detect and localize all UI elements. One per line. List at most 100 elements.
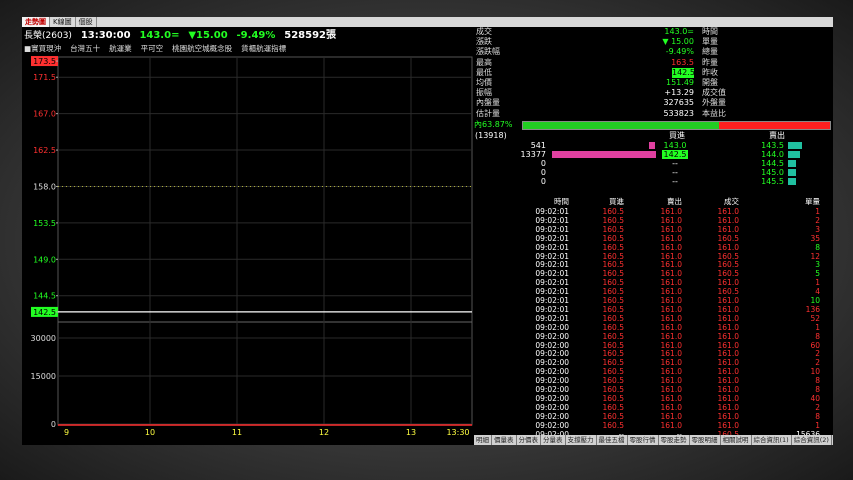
tick-cell: 161.0 [660,207,682,216]
bottom-tab[interactable]: 綜合資訊(1) [752,435,792,445]
bottom-tab[interactable]: 零股行情 [628,435,659,445]
tick-cell: 161.0 [717,358,739,368]
tick-cell: 2 [815,215,820,225]
tick-cell: 2 [815,358,820,368]
tick-cell: 160.5 [602,358,624,368]
quote-label: 最低 [476,67,492,77]
tick-cell: 161.0 [660,358,682,368]
tick-cell: 161.0 [660,304,682,314]
inner-outer-bar [522,121,831,130]
bottom-tab[interactable]: 零股明細 [690,435,721,445]
tick-cell: 161.0 [717,420,739,430]
tick-cell: 161.0 [660,420,682,430]
category-tag[interactable]: 航運業 [109,44,132,53]
quote-value: 142.5 [672,67,695,78]
tick-cell: 09:02:01 [535,242,569,252]
price-tick-label: 142.5 [33,308,56,317]
tick-cell: 09:02:00 [535,393,569,403]
tick-cell: 160.5 [602,278,624,288]
bottom-tab[interactable]: 綜合資訊(2) [792,435,832,445]
orderbook-code: (13918) [475,131,507,140]
bottom-tab[interactable]: 最佳五檔 [597,435,628,445]
tick-cell: 160.5 [602,411,624,421]
tick-cell: 161.0 [660,251,682,261]
tick-cell: 160.5 [602,420,624,430]
tick-cell: 161.0 [660,215,682,225]
tick-cell: 09:02:01 [535,207,569,216]
tick-cell: 160.5 [602,402,624,412]
tick-cell: 161.0 [717,207,739,216]
tick-cell: 161.0 [717,340,739,350]
tick-cell: 161.0 [660,233,682,243]
tick-cell: 2 [815,349,820,359]
bid-volume: 13377 [520,150,546,159]
tick-cell: 160.5 [602,393,624,403]
category-tag[interactable]: 貨櫃航運指標 [241,44,286,53]
tick-cell: 161.0 [717,242,739,252]
tick-cell: 09:02:01 [535,313,569,323]
tick-cell: 161.0 [660,278,682,288]
tick-header: 單量 [805,197,820,206]
tab-0[interactable]: 走勢圖 [22,17,50,27]
volume-tick-label: 0 [51,420,56,429]
category-tag[interactable]: 台灣五十 [70,44,100,53]
tick-cell: 09:02:01 [535,304,569,314]
tab-1[interactable]: K線圖 [50,17,76,27]
tick-cell: 1 [815,278,820,288]
tick-cell: 12 [810,251,820,261]
quote-value: 143.0= [664,27,694,36]
tick-cell: 4 [815,287,820,297]
inner-pct-label: 內63.87% [474,120,513,129]
tick-cell: 160.5 [602,260,624,270]
ask-volume-bar [788,142,802,149]
tick-cell: 161.0 [660,269,682,279]
tick-cell: 09:02:00 [535,367,569,377]
tick-cell: 161.0 [717,367,739,377]
quote-label: 漲跌幅 [476,47,500,57]
time-tick-label: 13:30 [446,428,469,437]
bottom-tab[interactable]: 相關試明 [721,435,752,445]
tick-cell: 161.0 [717,349,739,359]
bottom-tab[interactable]: 分價表 [517,435,541,445]
tick-cell: 160.5 [602,367,624,377]
bottom-tab[interactable]: K線圖 [832,435,833,445]
bottom-tab[interactable]: 零股走勢 [659,435,690,445]
quote-label: 總量 [702,47,718,57]
category-tag[interactable]: ■實買現沖 [24,44,61,53]
bottom-tab[interactable]: 明細 [474,435,492,445]
tick-cell: 161.0 [717,278,739,288]
intraday-chart[interactable]: 173.5 171.5 167.0 162.5 158.0 153.5 149.0 144.5… [22,55,474,437]
tick-cell: 160.5 [602,242,624,252]
quote-label: 漲跌 [476,37,492,47]
category-tag[interactable]: 桃園航空城概念股 [172,44,232,53]
tick-cell: 09:02:00 [535,331,569,341]
tick-cell: 161.0 [660,393,682,403]
tick-cell: 3 [815,224,820,234]
quote-label: 均價 [476,78,492,87]
tick-cell: 161.0 [660,367,682,377]
tick-cell: 161.0 [660,402,682,412]
tick-cell: 40 [810,393,820,403]
bid-price: -- [672,159,678,168]
tick-cell: 161.0 [660,224,682,234]
price-tick-label: 171.5 [33,73,56,82]
tick-cell: 160.5 [717,251,739,261]
bid-volume: 0 [540,177,546,186]
stock-name: 長榮(2603) [24,31,72,41]
tick-cell: 161.0 [717,304,739,314]
tick-cell: 136 [805,304,820,314]
price-tick-label: 167.0 [33,110,56,119]
tick-cell: 161.0 [717,402,739,412]
bottom-tab[interactable]: 分量表 [541,435,566,445]
trading-screen: 走勢圖 K線圖 個股 長榮(2603) 13:30:00 143.0= ▼15.00… [22,17,833,445]
bottom-tab[interactable]: 價量表 [492,435,517,445]
bottom-tab[interactable]: 支撐壓力 [566,435,597,445]
tick-header: 買進 [609,197,624,206]
tab-2[interactable]: 個股 [76,17,97,27]
category-tag[interactable]: 平可空 [141,44,164,53]
ask-price: 145.0 [761,168,784,177]
quote-value: 533823 [663,108,694,118]
tick-cell: 09:02:00 [535,411,569,421]
tick-cell: 09:02:01 [535,233,569,243]
quote-label: 昨量 [702,57,718,67]
